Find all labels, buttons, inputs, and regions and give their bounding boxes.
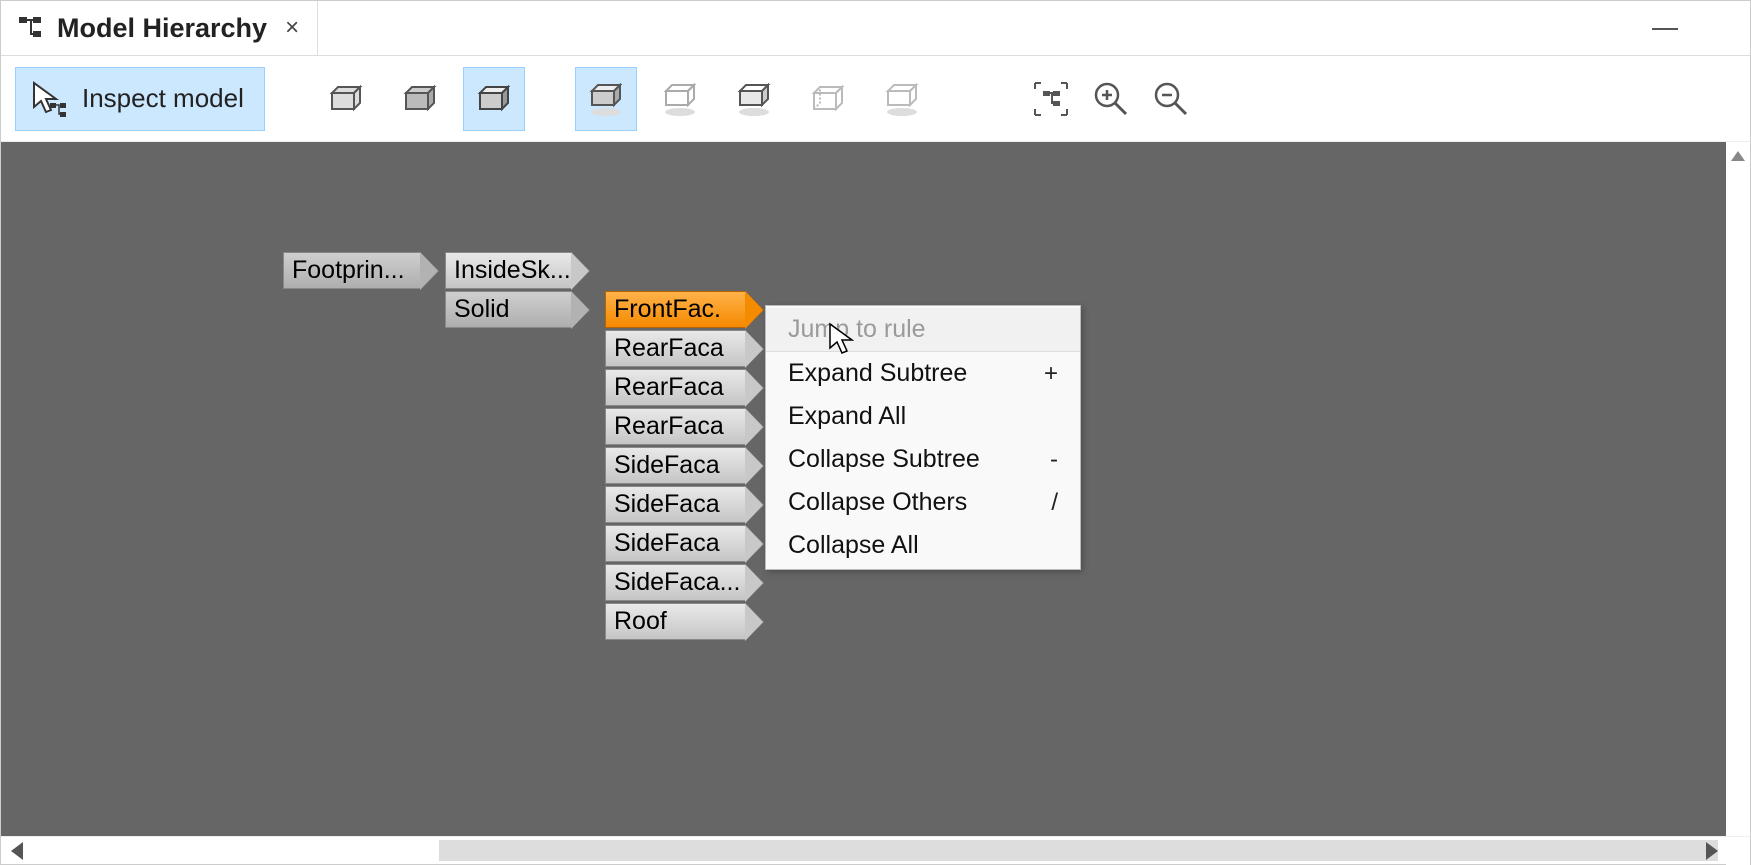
inspect-label: Inspect model [82, 83, 244, 114]
zoom-in-icon [1091, 79, 1131, 119]
hierarchy-canvas[interactable]: Footprin... InsideSk... Solid FrontFac. … [1, 142, 1726, 836]
box-ghost-icon [808, 79, 848, 119]
node-label: RearFaca [614, 373, 724, 402]
tree-node[interactable]: RearFaca [605, 369, 745, 406]
box-edges-icon [400, 79, 440, 119]
node-label: Roof [614, 607, 667, 636]
box-shadow-3-icon [734, 79, 774, 119]
tree-node[interactable]: SideFaca [605, 486, 745, 523]
node-label: SideFaca [614, 490, 720, 519]
node-label: FrontFac. [614, 295, 721, 324]
node-label: Footprin... [292, 256, 405, 285]
ctx-shortcut: / [1051, 489, 1058, 517]
ctx-label: Collapse All [788, 531, 919, 560]
hierarchy-canvas-area: Footprin... InsideSk... Solid FrontFac. … [1, 142, 1750, 836]
view-mode-1-button[interactable] [315, 67, 377, 131]
display-mode-2-button[interactable] [649, 67, 711, 131]
panel-tab[interactable]: Model Hierarchy × [1, 1, 318, 55]
display-mode-3-button[interactable] [723, 67, 785, 131]
node-label: SideFaca [614, 529, 720, 558]
inspect-cursor-icon [30, 79, 70, 119]
node-label: SideFaca... [614, 568, 740, 597]
scrollbar-corner [1726, 837, 1750, 865]
toolbar: Inspect model [1, 56, 1750, 142]
scroll-up-icon[interactable] [1726, 144, 1750, 168]
tree-node[interactable]: Roof [605, 603, 745, 640]
tree-node[interactable]: Solid [445, 291, 571, 328]
ctx-label: Jump to rule [788, 315, 926, 344]
zoom-out-icon [1151, 79, 1191, 119]
node-label: SideFaca [614, 451, 720, 480]
tab-title: Model Hierarchy [57, 13, 267, 44]
tree-node[interactable]: SideFaca [605, 447, 745, 484]
box-shadow-ghost-icon [882, 79, 922, 119]
zoom-in-button[interactable] [1087, 67, 1135, 131]
node-label: Solid [454, 295, 510, 324]
context-menu: Jump to rule Expand Subtree + Expand All… [765, 305, 1081, 570]
vertical-scrollbar[interactable] [1726, 142, 1750, 836]
window-controls [1648, 1, 1744, 56]
scroll-left-button[interactable] [3, 837, 31, 865]
tree-node[interactable]: RearFaca [605, 408, 745, 445]
box-shadow-1-icon [586, 79, 626, 119]
tree-node[interactable]: SideFaca... [605, 564, 745, 601]
ctx-shortcut: - [1050, 446, 1058, 474]
display-mode-1-button[interactable] [575, 67, 637, 131]
tree-node[interactable]: RearFaca [605, 330, 745, 367]
context-menu-item-expand-all[interactable]: Expand All [766, 395, 1080, 438]
view-mode-3-button[interactable] [463, 67, 525, 131]
tree-node[interactable]: InsideSk... [445, 252, 571, 289]
node-label: InsideSk... [454, 256, 571, 285]
context-menu-item-collapse-all[interactable]: Collapse All [766, 524, 1080, 567]
tree-node[interactable]: Footprin... [283, 252, 420, 289]
tree-node[interactable]: SideFaca [605, 525, 745, 562]
display-mode-5-button[interactable] [871, 67, 933, 131]
mouse-cursor-icon [828, 322, 854, 356]
context-menu-item-collapse-subtree[interactable]: Collapse Subtree - [766, 438, 1080, 481]
context-menu-item-collapse-others[interactable]: Collapse Others / [766, 481, 1080, 524]
model-hierarchy-window: Model Hierarchy × Inspect [0, 0, 1751, 865]
tab-close-button[interactable]: × [285, 14, 299, 42]
inspect-model-button[interactable]: Inspect model [15, 67, 265, 131]
ctx-label: Expand Subtree [788, 359, 967, 388]
horizontal-scrollbar[interactable] [1, 836, 1750, 864]
window-maximize-button[interactable] [1710, 12, 1744, 46]
node-label: RearFaca [614, 412, 724, 441]
box-wire-icon [326, 79, 366, 119]
scrollbar-thumb[interactable] [439, 840, 1718, 861]
ctx-label: Collapse Others [788, 488, 967, 517]
context-menu-item-jump-to-rule: Jump to rule [766, 308, 1080, 352]
frame-selection-button[interactable] [1027, 67, 1075, 131]
box-solid-icon [474, 79, 514, 119]
view-mode-2-button[interactable] [389, 67, 451, 131]
node-label: RearFaca [614, 334, 724, 363]
ctx-shortcut: + [1044, 360, 1058, 388]
zoom-out-button[interactable] [1147, 67, 1195, 131]
ctx-label: Collapse Subtree [788, 445, 980, 474]
box-shadow-2-icon [660, 79, 700, 119]
tree-node-selected[interactable]: FrontFac. [605, 291, 745, 328]
frame-icon [1031, 79, 1071, 119]
window-minimize-button[interactable] [1648, 12, 1682, 46]
display-mode-4-button[interactable] [797, 67, 859, 131]
context-menu-item-expand-subtree[interactable]: Expand Subtree + [766, 352, 1080, 395]
ctx-label: Expand All [788, 402, 906, 431]
title-bar: Model Hierarchy × [1, 1, 1750, 56]
hierarchy-icon [19, 17, 47, 39]
scroll-right-button[interactable] [1698, 837, 1726, 865]
